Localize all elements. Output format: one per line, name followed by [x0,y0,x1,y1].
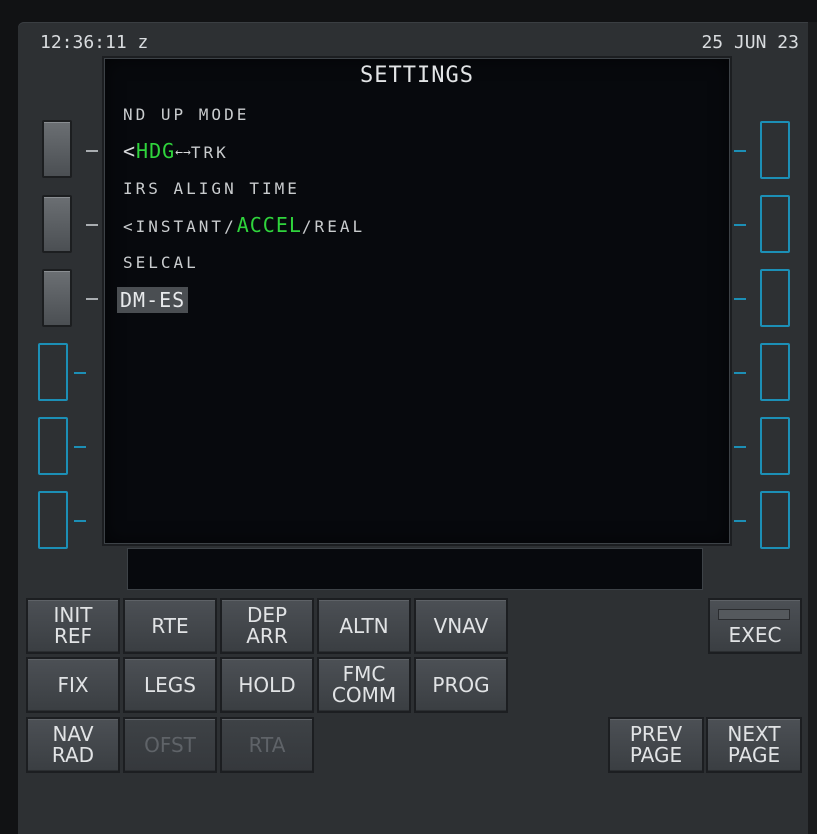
lsk-5l[interactable] [38,417,68,475]
lsk-4l[interactable] [38,343,68,401]
lsk-4r-tick [734,372,746,374]
lsk-5l-tick [74,446,86,448]
utc-time: 12:36:11 z [40,32,149,53]
toggle-arrow-icon: ←→ [175,145,191,160]
fix-key[interactable]: FIX [26,657,120,713]
irs-accel-option: ACCEL [236,213,302,237]
scratchpad [127,548,703,590]
ofst-key[interactable]: OFST [123,717,217,773]
fmc-comm-key[interactable]: FMC COMM [317,657,411,713]
irs-align-label: IRS ALIGN TIME [123,179,300,198]
hold-key[interactable]: HOLD [220,657,314,713]
lsk-6r-tick [734,520,746,522]
selcal-value: DM-ES [117,287,189,313]
lsk-6l[interactable] [38,491,68,549]
selcal-field[interactable]: DM-ES [117,287,189,313]
altn-key[interactable]: ALTN [317,598,411,654]
irs-instant-option: <INSTANT/ [123,217,237,236]
lsk-2r-tick [734,224,746,226]
next-page-key[interactable]: NEXT PAGE [706,717,802,773]
lsk-4r[interactable] [760,343,790,401]
rta-key[interactable]: RTA [220,717,314,773]
lsk-2r[interactable] [760,195,790,253]
vnav-key[interactable]: VNAV [414,598,508,654]
nd-prefix: < [123,139,137,163]
lsk-6l-tick [74,520,86,522]
init-ref-key[interactable]: INIT REF [26,598,120,654]
lsk-5r-tick [734,446,746,448]
bezel-edge [808,22,817,834]
irs-align-value: <INSTANT/ACCEL/REAL [123,213,365,237]
lsk-5r[interactable] [760,417,790,475]
date: 25 JUN 23 [701,32,799,53]
prog-key[interactable]: PROG [414,657,508,713]
lsk-3l-tick [86,298,98,300]
legs-key[interactable]: LEGS [123,657,217,713]
lsk-1r[interactable] [760,121,790,179]
dep-arr-key[interactable]: DEP ARR [220,598,314,654]
page-title: SETTINGS [360,63,474,88]
lsk-2l-tick [86,224,98,226]
lsk-3l[interactable] [42,269,72,327]
lsk-1l-tick [86,150,98,152]
lsk-3r-tick [734,298,746,300]
selcal-label: SELCAL [123,253,199,272]
nd-trk-option: TRK [190,143,229,162]
lsk-1l[interactable] [42,120,72,178]
nd-up-mode-label: ND UP MODE [123,105,250,124]
lsk-6r[interactable] [760,491,790,549]
lsk-3r[interactable] [760,269,790,327]
exec-key[interactable]: EXEC [708,598,802,654]
nd-hdg-option: HDG [136,139,176,163]
cdu-display: SETTINGS ND UP MODE <HDG←→TRK IRS ALIGN … [104,58,730,544]
rte-key[interactable]: RTE [123,598,217,654]
prev-page-key[interactable]: PREV PAGE [608,717,704,773]
nav-rad-key[interactable]: NAV RAD [26,717,120,773]
lsk-4l-tick [74,372,86,374]
lsk-1r-tick [734,150,746,152]
irs-real-option: /REAL [301,217,366,236]
nd-up-mode-value: <HDG←→TRK [123,139,229,163]
lsk-2l[interactable] [42,195,72,253]
exec-lamp [718,609,790,620]
